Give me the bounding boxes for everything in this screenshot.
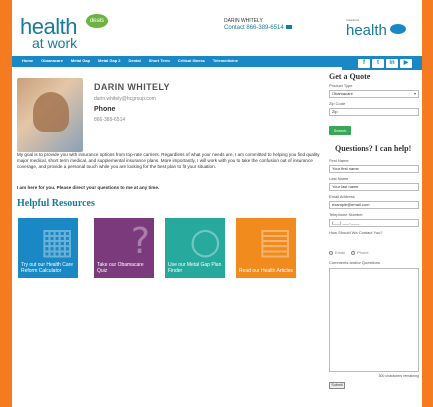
characters-remaining: 300 characters remaining [378, 374, 419, 378]
email-label: Email Address [329, 194, 355, 199]
document-icon: ▤ [257, 221, 292, 262]
contact-email-label: Email [335, 250, 346, 255]
logo2-main-text: health [346, 22, 387, 39]
social-icons: f t in ▶ [358, 59, 412, 68]
header-contact-line: Contact 866-389-6514 [224, 25, 292, 31]
nav-item-home[interactable]: Home [22, 58, 33, 63]
email-input[interactable]: example@email.com [329, 201, 419, 209]
agent-name: DARIN WHITELY [94, 82, 170, 92]
radio-dot [351, 250, 355, 255]
agent-bio: My goal is to provide you with insurance… [17, 152, 320, 169]
phone-input[interactable]: (___) ___-____ [329, 219, 419, 227]
phone-heading: Phone [94, 106, 116, 113]
quote-title: Get a Quote [329, 72, 371, 81]
agent-photo [17, 78, 83, 152]
youtube-icon[interactable]: ▶ [400, 59, 412, 68]
phone-label: Telephone Number [329, 212, 363, 217]
submit-button[interactable]: Submit [329, 382, 345, 389]
agent-bio-callout: I am here for you. Please direct your qu… [17, 185, 160, 190]
nav-items: Home Obamacare Metal Gap Metal Gap 2 Den… [22, 58, 238, 63]
resources-title: Helpful Resources [17, 198, 95, 209]
nav-item-metal-gap-2[interactable]: Metal Gap 2 [98, 58, 120, 63]
phone-placeholder: (___) ___-____ [332, 220, 360, 225]
magnifier-icon: ○ [189, 221, 221, 262]
resource-tile-calculator[interactable]: ▦ Try out our Health Care Reform Calcula… [18, 218, 78, 278]
nav-item-obamacare[interactable]: Obamacare [41, 58, 63, 63]
twitter-icon[interactable]: t [372, 59, 384, 68]
agent-email[interactable]: darin.whitely@hcgroup.com [94, 96, 156, 102]
social-bar: f t in ▶ [342, 56, 422, 70]
mail-icon[interactable] [285, 25, 292, 30]
insurance-health-logo[interactable]: Insurance health [346, 18, 412, 44]
resource-tile-quiz[interactable]: ? Take our Obamacare Quiz [94, 218, 154, 278]
comments-textarea[interactable] [329, 268, 419, 372]
resource-tile-label: Try out our Health Care Reform Calculato… [21, 262, 74, 274]
last-name-label: Last Name [329, 176, 349, 181]
first-name-label: First Name [329, 158, 349, 163]
resource-tile-label: Take our Obamacare Quiz [97, 262, 144, 274]
last-name-input[interactable]: Your last name [329, 183, 419, 191]
header: health at work deals DARIN WHITELY Conta… [12, 0, 422, 56]
nav-item-critical-illness[interactable]: Critical Illness [178, 58, 205, 63]
nav-item-dental[interactable]: Dental [129, 58, 141, 63]
product-type-label: Product Type [329, 83, 353, 88]
nav-item-telemedicine[interactable]: Telemedicine [213, 58, 238, 63]
search-button[interactable]: Search [329, 126, 351, 135]
agent-phone[interactable]: 866-389-6514 [94, 117, 125, 123]
contact-email-radio[interactable]: Email [329, 250, 345, 255]
email-placeholder: example@email.com [332, 202, 370, 207]
question-icon: ? [130, 221, 150, 262]
logo-sub-text: at work [32, 35, 78, 51]
health-at-work-logo[interactable]: health at work deals [20, 14, 108, 51]
family-figure [33, 92, 69, 132]
product-type-select[interactable]: Obamacare ▾ [329, 90, 419, 98]
header-contact-phone: Contact 866-389-6514 [224, 25, 284, 31]
contact-phone-radio[interactable]: Phone [351, 250, 369, 255]
resource-tile-plan-finder[interactable]: ○ Use our Metal Gap Plan Finder [165, 218, 225, 278]
nav-item-metal-gap[interactable]: Metal Gap [71, 58, 90, 63]
zip-label: Zip Code [329, 101, 346, 106]
first-name-placeholder: Your first name [332, 166, 359, 171]
nav-item-short-term[interactable]: Short Term [149, 58, 170, 63]
logo-badge: deals [86, 14, 108, 28]
resource-tile-label: Use our Metal Gap Plan Finder [168, 262, 222, 274]
radio-dot [329, 250, 333, 255]
zip-input[interactable]: Zip [329, 108, 419, 116]
last-name-placeholder: Your last name [332, 184, 359, 189]
calculator-icon: ▦ [39, 221, 74, 262]
first-name-input[interactable]: Your first name [329, 165, 419, 173]
resource-tile-articles[interactable]: ▤ Read our Health Articles [236, 218, 296, 278]
comments-label: Comments and/or Questions [329, 260, 380, 265]
contact-method-label: How Should We Contact You? [329, 230, 383, 235]
logo2-badge [390, 24, 406, 34]
contact-phone-label: Phone [357, 250, 369, 255]
zip-placeholder: Zip [332, 109, 338, 114]
help-title: Questions? I can help! [335, 144, 412, 153]
product-type-value: Obamacare [332, 91, 353, 96]
facebook-icon[interactable]: f [358, 59, 370, 68]
header-contact-name: DARIN WHITELY [224, 18, 263, 24]
linkedin-icon[interactable]: in [386, 59, 398, 68]
resource-tile-label: Read our Health Articles [239, 268, 293, 274]
page: health at work deals DARIN WHITELY Conta… [12, 0, 422, 407]
chevron-down-icon: ▾ [413, 91, 416, 96]
